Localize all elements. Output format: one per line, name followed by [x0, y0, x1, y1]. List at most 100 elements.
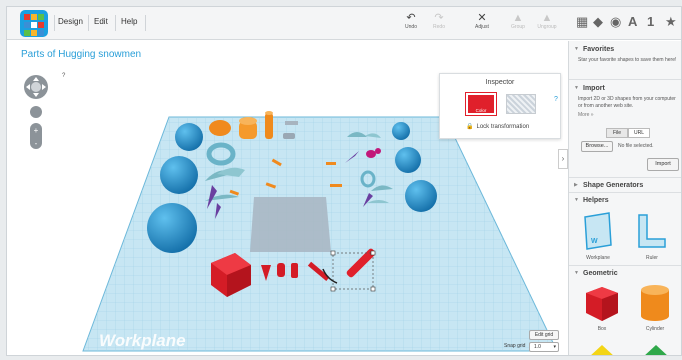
sphere-view-icon[interactable]: ◉: [610, 15, 621, 29]
sphere: [392, 122, 410, 140]
svg-text:?: ?: [62, 73, 66, 79]
no-file-text: No file selected.: [618, 143, 654, 149]
triangle-down-icon: ▼: [574, 85, 579, 91]
menu-help[interactable]: Help: [121, 17, 137, 26]
favorites-header[interactable]: ▼ Favorites: [569, 46, 681, 53]
cylinder-shape-icon[interactable]: [639, 283, 671, 323]
more-link[interactable]: More »: [578, 112, 681, 119]
helpers-title: Helpers: [583, 197, 609, 204]
divider: [569, 177, 681, 178]
edit-grid-button[interactable]: Edit grid: [529, 330, 559, 340]
box-shape-label: Box: [597, 326, 607, 332]
inspector-help-icon[interactable]: ?: [554, 96, 558, 103]
ruler-helper-icon[interactable]: [635, 211, 669, 251]
menu-divider: [54, 15, 55, 31]
sphere: [160, 156, 198, 194]
adjust-label: Adjust: [475, 24, 489, 30]
sphere: [175, 123, 203, 151]
divider: [569, 192, 681, 193]
undo-button[interactable]: ↶ Undo: [397, 12, 425, 30]
pyramid-shape-icon[interactable]: [641, 343, 671, 356]
tab-url[interactable]: URL: [628, 128, 650, 138]
group-icon: ▲: [512, 12, 524, 24]
ungroup-button[interactable]: ▲ Ungroup: [533, 12, 561, 30]
orange-disc: [209, 120, 231, 136]
grid-view-icon[interactable]: ▦: [576, 15, 588, 29]
hole-swatch-button[interactable]: [506, 94, 536, 114]
small-piece: [283, 133, 295, 139]
undo-label: Undo: [405, 24, 417, 30]
design-title[interactable]: Parts of Hugging snowmen: [21, 49, 141, 60]
sphere: [147, 203, 197, 253]
tab-file[interactable]: File: [606, 128, 628, 138]
box-shape-icon[interactable]: [584, 283, 620, 323]
favorites-text: Star your favorite shapes to save them h…: [578, 57, 677, 63]
lock-label: Lock transformation: [476, 124, 530, 130]
tinkercad-logo[interactable]: [20, 10, 48, 37]
triangle-down-icon: ▼: [574, 46, 579, 52]
cylinder-shape-label: Cylinder: [645, 326, 665, 332]
sphere: [395, 147, 421, 173]
chevron-right-icon: ›: [561, 154, 565, 163]
lock-icon: 🔒: [466, 124, 474, 130]
redo-button[interactable]: ↷ Redo: [425, 12, 453, 30]
top-toolbar: Design Edit Help ↶ Undo ↷ Redo ✕ Adjust …: [7, 7, 681, 40]
svg-text:+: +: [34, 126, 39, 135]
import-button[interactable]: Import: [647, 158, 679, 171]
orange-rod: [265, 113, 273, 139]
workplane-label: Workplane: [99, 331, 186, 350]
shapes-panel: ▼ Favorites Star your favorite shapes to …: [568, 41, 681, 356]
triangle-down-icon: ▼: [574, 197, 579, 203]
cube-view-icon[interactable]: ◆: [593, 15, 603, 29]
undo-icon: ↶: [406, 12, 416, 24]
menu-divider: [88, 15, 89, 31]
divider: [569, 79, 681, 80]
triangle-right-icon: ▶: [574, 182, 578, 188]
triangle-down-icon: ▼: [574, 270, 579, 276]
group-button[interactable]: ▲ Group: [504, 12, 532, 30]
workplane-helper-label: Workplane: [586, 255, 610, 261]
shape-generators-header[interactable]: ▶ Shape Generators: [569, 182, 681, 189]
svg-text:W: W: [591, 238, 598, 245]
adjust-icon: ✕: [477, 12, 487, 24]
geometric-title: Geometric: [583, 270, 618, 277]
tinkercad-app: Design Edit Help ↶ Undo ↷ Redo ✕ Adjust …: [6, 6, 682, 356]
star-icon[interactable]: ★: [665, 15, 677, 29]
inspector-title: Inspector: [485, 79, 515, 86]
lock-transformation-toggle[interactable]: 🔒 Lock transformation: [466, 123, 529, 130]
menu-divider: [115, 15, 116, 31]
menu-design[interactable]: Design: [58, 17, 83, 26]
shape-generators-title: Shape Generators: [583, 182, 644, 189]
divider: [569, 265, 681, 266]
import-text: Import 2D or 3D shapes from your compute…: [578, 96, 676, 109]
panel-collapse-toggle[interactable]: ›: [558, 149, 568, 169]
color-swatch-button[interactable]: Color: [465, 92, 497, 116]
cone-shape-icon[interactable]: [587, 343, 617, 356]
chevron-down-icon: ▾: [553, 344, 556, 350]
sphere: [405, 180, 437, 212]
snap-grid-label: Snap grid: [504, 343, 526, 349]
snap-grid-value: 1.0: [534, 344, 541, 350]
favorites-title: Favorites: [583, 46, 615, 53]
ungroup-icon: ▲: [541, 12, 553, 24]
number-shapes-icon[interactable]: 1: [647, 15, 654, 29]
design-canvas[interactable]: Workplane + - ? Parts of Hugging snowmen…: [7, 41, 563, 355]
view-navigation: + - ?: [24, 73, 66, 149]
menu-edit[interactable]: Edit: [94, 17, 108, 26]
inspector-panel: Inspector Color ? 🔒 Lock transformation: [439, 73, 561, 139]
ruler-helper-label: Ruler: [646, 255, 658, 261]
hole-square: [250, 197, 331, 252]
helpers-header[interactable]: ▼ Helpers: [569, 197, 681, 204]
workplane-helper-icon[interactable]: W: [581, 211, 615, 251]
ungroup-label: Ungroup: [537, 24, 557, 30]
snap-grid-select[interactable]: 1.0 ▾: [529, 342, 559, 352]
import-header[interactable]: ▼ Import: [569, 85, 681, 92]
geometric-header[interactable]: ▼ Geometric: [569, 270, 681, 277]
group-label: Group: [511, 24, 525, 30]
text-shapes-icon[interactable]: A: [628, 15, 637, 29]
redo-icon: ↷: [434, 12, 444, 24]
browse-button[interactable]: Browse...: [581, 141, 613, 152]
menu-divider: [145, 15, 146, 31]
adjust-button[interactable]: ✕ Adjust: [468, 12, 496, 30]
color-label: Color: [475, 108, 487, 113]
